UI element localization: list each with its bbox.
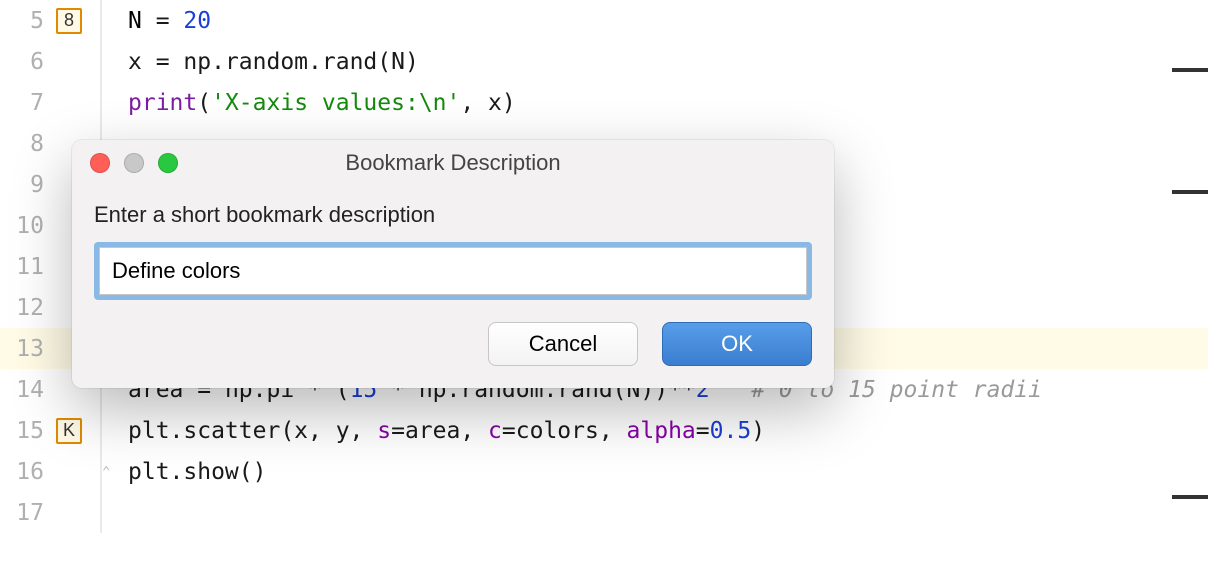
ok-button[interactable]: OK: [662, 322, 812, 366]
dialog-titlebar: Bookmark Description: [72, 140, 834, 186]
dialog-title: Bookmark Description: [72, 150, 834, 176]
line-number: 13: [0, 336, 44, 362]
line-number: 14: [0, 377, 44, 403]
code-text[interactable]: x = np.random.rand(N): [102, 49, 419, 75]
dialog-actions: Cancel OK: [94, 322, 812, 366]
code-line: 15 K plt.scatter(x, y, s=area, c=colors,…: [0, 410, 1208, 451]
fold-end-icon[interactable]: ⌃: [102, 464, 116, 478]
gutter: 6: [0, 49, 100, 75]
dialog-input-focus-ring: [94, 242, 812, 300]
overview-mark[interactable]: [1172, 190, 1208, 194]
line-number: 8: [0, 131, 44, 157]
gutter-divider: [100, 492, 102, 533]
dialog-body: Enter a short bookmark description Cance…: [72, 186, 834, 388]
line-number: 17: [0, 500, 44, 526]
gutter: 7: [0, 90, 100, 116]
gutter: 5 8: [0, 8, 100, 34]
code-line: 17: [0, 492, 1208, 533]
line-number: 10: [0, 213, 44, 239]
gutter: 17: [0, 500, 100, 526]
overview-mark[interactable]: [1172, 68, 1208, 72]
gutter: 16: [0, 459, 100, 485]
bookmark-badge[interactable]: 8: [56, 8, 82, 34]
code-line: 16 ⌃ plt.show(): [0, 451, 1208, 492]
line-number: 7: [0, 90, 44, 116]
line-number: 12: [0, 295, 44, 321]
code-text[interactable]: N = 20: [102, 8, 211, 34]
code-line: 6 x = np.random.rand(N): [0, 41, 1208, 82]
bookmark-badge[interactable]: K: [56, 418, 82, 444]
code-text[interactable]: plt.show(): [102, 459, 266, 485]
line-number: 11: [0, 254, 44, 280]
dialog-label: Enter a short bookmark description: [94, 202, 812, 228]
line-number: 16: [0, 459, 44, 485]
overview-mark[interactable]: [1172, 495, 1208, 499]
code-text[interactable]: print('X-axis values:\n', x): [102, 90, 516, 116]
line-number: 9: [0, 172, 44, 198]
bookmark-description-input[interactable]: [99, 247, 807, 295]
bookmark-description-dialog: Bookmark Description Enter a short bookm…: [72, 140, 834, 388]
code-text[interactable]: plt.scatter(x, y, s=area, c=colors, alph…: [102, 418, 765, 444]
code-line: 7 print('X-axis values:\n', x): [0, 82, 1208, 123]
line-number: 15: [0, 418, 44, 444]
line-number: 6: [0, 49, 44, 75]
line-number: 5: [0, 8, 44, 34]
code-line: 5 8 N = 20: [0, 0, 1208, 41]
gutter: 15 K: [0, 418, 100, 444]
cancel-button[interactable]: Cancel: [488, 322, 638, 366]
overview-ruler[interactable]: [1172, 0, 1208, 578]
